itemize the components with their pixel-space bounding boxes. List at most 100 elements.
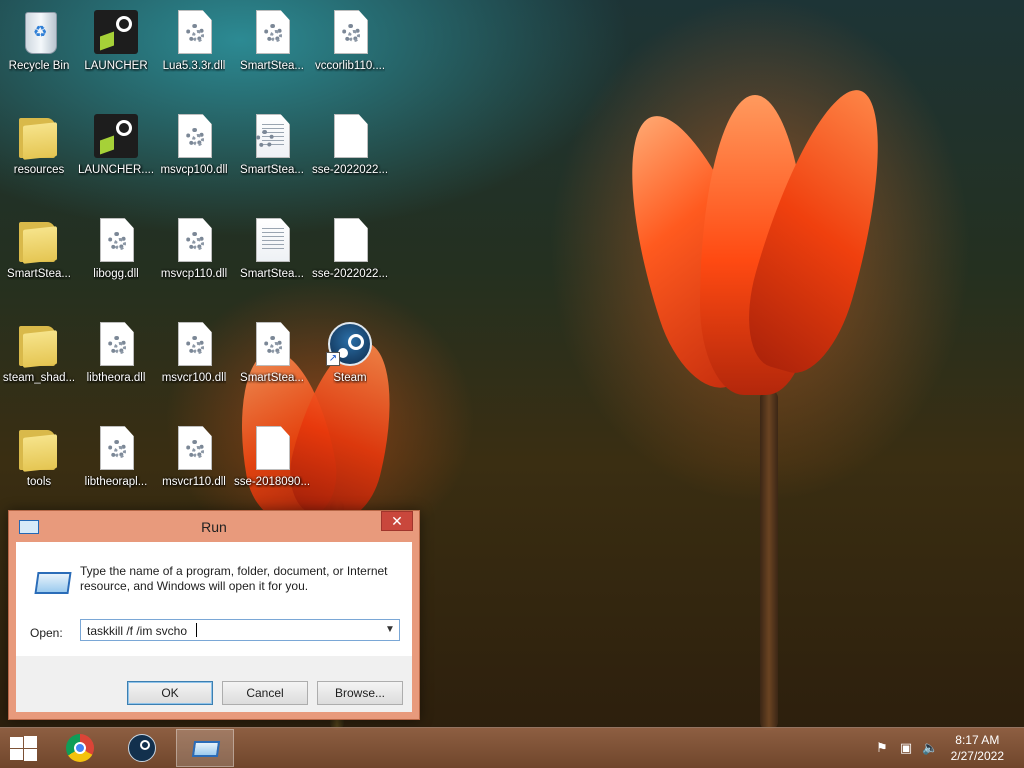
desktop-icon-msvcr100[interactable]: msvcr100.dll: [156, 316, 232, 402]
desktop-icon-label: resources: [13, 164, 65, 176]
desktop-icon-lua-dll[interactable]: Lua5.3.3r.dll: [156, 4, 232, 90]
steam-icon: [128, 734, 156, 762]
desktop-icon-smartsteam-text[interactable]: SmartStea...: [234, 212, 310, 298]
open-label: Open:: [30, 626, 63, 640]
text-caret: [196, 623, 197, 637]
desktop-icon-steam[interactable]: ↗ Steam: [312, 316, 388, 402]
folder-icon: [15, 424, 63, 472]
shortcut-arrow-icon: ↗: [326, 352, 340, 366]
dll-file-icon: [170, 424, 218, 472]
taskbar-steam[interactable]: [114, 729, 172, 767]
desktop-icon-label: SmartStea...: [7, 268, 71, 280]
desktop-icon-libogg[interactable]: libogg.dll: [78, 212, 154, 298]
dll-file-icon: [248, 8, 296, 56]
desktop-icon-label: SmartStea...: [240, 164, 304, 176]
close-button[interactable]: ✕: [381, 511, 413, 531]
cancel-button[interactable]: Cancel: [222, 681, 308, 705]
desktop-icon-steam-shad-folder[interactable]: steam_shad...: [1, 316, 77, 402]
desktop-icon-vccorlib[interactable]: vccorlib110....: [312, 4, 388, 90]
desktop-icon-label: libogg.dll: [93, 268, 139, 280]
desktop-icon-label: LAUNCHER: [84, 60, 148, 72]
desktop-icon-label: libtheorapl...: [84, 476, 148, 488]
run-dialog-titlebar[interactable]: Run ✕: [9, 511, 419, 541]
ok-button[interactable]: OK: [127, 681, 213, 705]
desktop-icon-label: Recycle Bin: [8, 60, 70, 72]
desktop-icon-launcher[interactable]: LAUNCHER: [78, 4, 154, 90]
desktop-icon-msvcp110[interactable]: msvcp110.dll: [156, 212, 232, 298]
run-icon: [191, 741, 221, 757]
desktop-icon-label: msvcr110.dll: [162, 476, 226, 488]
run-dialog: Run ✕ Type the name of a program, folder…: [8, 510, 420, 720]
desktop-icon-label: msvcr100.dll: [161, 372, 227, 384]
desktop-icon-label: msvcp100.dll: [160, 164, 228, 176]
desktop-icon-label: sse-2018090...: [233, 476, 311, 488]
dll-file-icon: [248, 320, 296, 368]
run-dialog-title: Run: [201, 519, 227, 535]
blank-file-icon: [248, 424, 296, 472]
taskbar-chrome[interactable]: [52, 729, 110, 767]
desktop-icon-sse-file-3[interactable]: sse-2018090...: [234, 420, 310, 506]
chrome-icon: [66, 734, 94, 762]
browse-button[interactable]: Browse...: [317, 681, 403, 705]
dll-file-icon: [170, 112, 218, 160]
run-dialog-message: Type the name of a program, folder, docu…: [80, 564, 388, 593]
desktop-icon-label: Steam: [333, 372, 367, 384]
desktop-icon-msvcp100[interactable]: msvcp100.dll: [156, 108, 232, 194]
desktop-icon-libtheorapl[interactable]: libtheorapl...: [78, 420, 154, 506]
config-file-icon: [248, 112, 296, 160]
desktop-icon-sse-file-2[interactable]: sse-2022022...: [312, 212, 388, 298]
dll-file-icon: [326, 8, 374, 56]
windows-logo-icon: [10, 737, 23, 748]
open-input[interactable]: taskkill /f /im svcho: [87, 624, 187, 638]
desktop-icon-smartsteam-dll-2[interactable]: SmartStea...: [234, 316, 310, 402]
dll-file-icon: [170, 320, 218, 368]
desktop-icon-smartsteam-config[interactable]: SmartStea...: [234, 108, 310, 194]
folder-icon: [15, 216, 63, 264]
desktop-icon-label: Lua5.3.3r.dll: [162, 60, 226, 72]
desktop-icon-label: SmartStea...: [240, 372, 304, 384]
desktop-icon-msvcr110[interactable]: msvcr110.dll: [156, 420, 232, 506]
desktop-icon-label: SmartStea...: [240, 60, 304, 72]
launcher-app-icon: [92, 8, 140, 56]
desktop-icon-label: LAUNCHER....: [77, 164, 155, 176]
network-icon[interactable]: ▣: [898, 740, 914, 756]
dll-file-icon: [92, 320, 140, 368]
taskbar-run[interactable]: [176, 729, 234, 767]
steam-shortcut-icon: ↗: [326, 320, 374, 368]
desktop-icon-label: SmartStea...: [240, 268, 304, 280]
run-program-icon: [34, 572, 72, 594]
wallpaper-tulip-stem: [760, 390, 778, 730]
desktop-icon-label: sse-2022022...: [311, 268, 389, 280]
desktop-icon-resources-folder[interactable]: resources: [1, 108, 77, 194]
folder-icon: [15, 112, 63, 160]
desktop-icon-recycle-bin[interactable]: ♻ Recycle Bin: [1, 4, 77, 90]
desktop-icon-smartsteam-folder[interactable]: SmartStea...: [1, 212, 77, 298]
blank-file-icon: [326, 216, 374, 264]
dll-file-icon: [170, 216, 218, 264]
desktop-icon-tools-folder[interactable]: tools: [1, 420, 77, 506]
launcher-app-icon: [92, 112, 140, 160]
desktop-icon-smartsteam-dll[interactable]: SmartStea...: [234, 4, 310, 90]
desktop-icon-label: msvcp110.dll: [160, 268, 228, 280]
folder-icon: [15, 320, 63, 368]
start-button[interactable]: [8, 736, 38, 761]
desktop-icon-launcher-2[interactable]: LAUNCHER....: [78, 108, 154, 194]
clock-time: 8:17 AM: [955, 733, 1000, 747]
desktop-icon-sse-file-1[interactable]: sse-2022022...: [312, 108, 388, 194]
blank-file-icon: [326, 112, 374, 160]
desktop-icon-label: libtheora.dll: [86, 372, 146, 384]
desktop-icon-label: sse-2022022...: [311, 164, 389, 176]
dll-file-icon: [92, 424, 140, 472]
volume-muted-icon[interactable]: 🔈: [922, 740, 938, 756]
desktop-icon-label: tools: [26, 476, 52, 488]
run-dialog-content: Type the name of a program, folder, docu…: [16, 542, 412, 656]
clock-date: 2/27/2022: [950, 749, 1004, 763]
text-file-icon: [248, 216, 296, 264]
recycle-bin-icon: ♻: [15, 8, 63, 56]
action-center-flag-icon[interactable]: ⚑: [874, 740, 890, 756]
open-combobox[interactable]: taskkill /f /im svcho ▼: [80, 619, 400, 641]
clock[interactable]: 8:17 AM 2/27/2022: [951, 732, 1004, 764]
dll-file-icon: [92, 216, 140, 264]
desktop-icon-libtheora[interactable]: libtheora.dll: [78, 316, 154, 402]
chevron-down-icon[interactable]: ▼: [381, 620, 399, 640]
